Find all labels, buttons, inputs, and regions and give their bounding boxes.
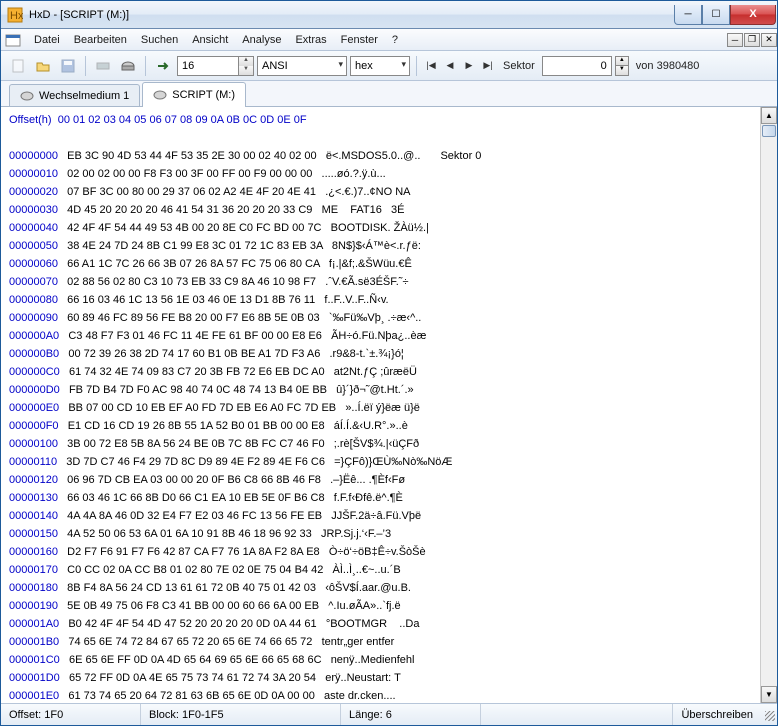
tab-label: Wechselmedium 1 <box>39 90 129 102</box>
menu-fenster[interactable]: Fenster <box>334 32 385 48</box>
close-button[interactable]: X <box>730 5 776 25</box>
menu-extras[interactable]: Extras <box>288 32 333 48</box>
hex-row[interactable]: 000000E0 BB 07 00 CD 10 EB EF A0 FD 7D E… <box>9 399 769 417</box>
first-sector-button[interactable]: |◀ <box>423 58 439 74</box>
hex-header: Offset(h) 00 01 02 03 04 05 06 07 08 09 … <box>9 111 769 129</box>
separator <box>85 56 86 76</box>
hex-row[interactable]: 000000A0 C3 48 F7 F3 01 46 FC 11 4E FE 6… <box>9 327 769 345</box>
menu-bearbeiten[interactable]: Bearbeiten <box>67 32 134 48</box>
menu-ansicht[interactable]: Ansicht <box>185 32 235 48</box>
hex-row[interactable]: 00000020 07 BF 3C 00 80 00 29 37 06 02 A… <box>9 183 769 201</box>
statusbar: Offset: 1F0 Block: 1F0-1F5 Länge: 6 Über… <box>1 703 777 725</box>
hex-row[interactable]: 00000170 C0 CC 02 0A CC B8 01 02 80 7E 0… <box>9 561 769 579</box>
save-button[interactable] <box>57 55 79 77</box>
hex-row[interactable]: 00000090 60 89 46 FC 89 56 FE B8 20 00 F… <box>9 309 769 327</box>
disk-icon <box>20 89 34 103</box>
hex-row[interactable]: 000000F0 E1 CD 16 CD 19 26 8B 55 1A 52 B… <box>9 417 769 435</box>
spin-down[interactable]: ▼ <box>238 66 253 75</box>
menu-?[interactable]: ? <box>385 32 405 48</box>
scroll-down-button[interactable]: ▼ <box>761 686 777 703</box>
hex-row[interactable]: 00000140 4A 4A 8A 46 0D 32 E4 F7 E2 03 4… <box>9 507 769 525</box>
mdi-child-icon <box>5 32 21 48</box>
bytes-per-row-spinner[interactable]: ▲▼ <box>177 56 254 76</box>
svg-text:Hx: Hx <box>10 10 23 22</box>
encoding-select[interactable]: ANSI <box>257 56 347 76</box>
status-length: Länge: 6 <box>341 704 481 725</box>
hex-row[interactable]: 000001B0 74 65 6E 74 72 84 67 65 72 20 6… <box>9 633 769 651</box>
hex-row[interactable]: 00000080 66 16 03 46 1C 13 56 1E 03 46 0… <box>9 291 769 309</box>
hex-row[interactable]: 00000050 38 4E 24 7D 24 8B C1 99 E8 3C 0… <box>9 237 769 255</box>
hex-row[interactable]: 00000100 3B 00 72 E8 5B 8A 56 24 BE 0B 7… <box>9 435 769 453</box>
window-title: HxD - [SCRIPT (M:)] <box>29 9 674 21</box>
hex-row[interactable]: 00000160 D2 F7 F6 91 F7 F6 42 87 CA F7 7… <box>9 543 769 561</box>
menu-analyse[interactable]: Analyse <box>235 32 288 48</box>
sector-marker: Sektor 0 <box>440 150 481 162</box>
hex-row[interactable]: 00000010 02 00 02 00 00 F8 F3 00 3F 00 F… <box>9 165 769 183</box>
hex-row[interactable]: 00000180 8B F4 8A 56 24 CD 13 61 61 72 0… <box>9 579 769 597</box>
disk-icon <box>153 88 167 102</box>
separator <box>145 56 146 76</box>
bytes-per-row-input[interactable] <box>178 57 238 75</box>
status-mode: Überschreiben <box>673 704 761 725</box>
hex-row[interactable]: 00000150 4A 52 50 06 53 6A 01 6A 10 91 8… <box>9 525 769 543</box>
mdi-close-button[interactable]: ✕ <box>761 33 777 47</box>
menubar: DateiBearbeitenSuchenAnsichtAnalyseExtra… <box>1 29 777 51</box>
hex-row[interactable]: 000000B0 00 72 39 26 38 2D 74 17 60 B1 0… <box>9 345 769 363</box>
hex-row[interactable]: 00000120 06 96 7D CB EA 03 00 00 20 0F B… <box>9 471 769 489</box>
mdi-restore-button[interactable]: ❐ <box>744 33 760 47</box>
spin-up[interactable]: ▲ <box>238 57 253 66</box>
open-button[interactable] <box>32 55 54 77</box>
new-button[interactable] <box>7 55 29 77</box>
status-offset: Offset: 1F0 <box>1 704 141 725</box>
hex-row[interactable]: 00000190 5E 0B 49 75 06 F8 C3 41 BB 00 0… <box>9 597 769 615</box>
toolbar: ▲▼ ANSI hex |◀ ◀ ▶ ▶| Sektor ▲▼ von 3980… <box>1 51 777 81</box>
separator <box>416 56 417 76</box>
titlebar[interactable]: Hx HxD - [SCRIPT (M:)] ─ ☐ X <box>1 1 777 29</box>
hex-row[interactable]: 00000040 42 4F 4F 54 44 49 53 4B 00 20 8… <box>9 219 769 237</box>
hex-row[interactable]: 000001C0 6E 65 6E FF 0D 0A 4D 65 64 69 6… <box>9 651 769 669</box>
tab-wechselmedium[interactable]: Wechselmedium 1 <box>9 84 140 106</box>
disk-button[interactable] <box>117 55 139 77</box>
mdi-minimize-button[interactable]: ─ <box>727 33 743 47</box>
hex-row[interactable]: 000001D0 65 72 FF 0D 0A 4E 65 75 73 74 6… <box>9 669 769 687</box>
tab-script[interactable]: SCRIPT (M:) <box>142 82 246 106</box>
hex-row[interactable]: 00000130 66 03 46 1C 66 8B D0 66 C1 EA 1… <box>9 489 769 507</box>
hex-row[interactable]: 00000110 3D 7D C7 46 F4 29 7D 8C D9 89 4… <box>9 453 769 471</box>
hex-row[interactable]: 000001A0 B0 42 4F 4F 54 4D 47 52 20 20 2… <box>9 615 769 633</box>
hex-row[interactable]: 00000070 02 88 56 02 80 C3 10 73 EB 33 C… <box>9 273 769 291</box>
menu-suchen[interactable]: Suchen <box>134 32 185 48</box>
resize-grip[interactable] <box>761 707 777 723</box>
base-select[interactable]: hex <box>350 56 410 76</box>
tab-bar: Wechselmedium 1 SCRIPT (M:) <box>1 81 777 107</box>
app-icon: Hx <box>7 7 23 23</box>
maximize-button[interactable]: ☐ <box>702 5 730 25</box>
scroll-thumb[interactable] <box>762 125 776 137</box>
hex-row[interactable]: 00000000 EB 3C 90 4D 53 44 4F 53 35 2E 3… <box>9 147 769 165</box>
next-sector-button[interactable]: ▶ <box>461 58 477 74</box>
hex-row[interactable]: 000001E0 61 73 74 65 20 64 72 81 63 6B 6… <box>9 687 769 703</box>
ram-button[interactable] <box>92 55 114 77</box>
last-sector-button[interactable]: ▶| <box>480 58 496 74</box>
scroll-up-button[interactable]: ▲ <box>761 107 777 124</box>
vertical-scrollbar[interactable]: ▲ ▼ <box>760 107 777 703</box>
sector-input[interactable] <box>542 56 612 76</box>
hex-row[interactable]: 000000C0 61 74 32 4E 74 09 83 C7 20 3B F… <box>9 363 769 381</box>
prev-sector-button[interactable]: ◀ <box>442 58 458 74</box>
hex-row[interactable]: 000000D0 FB 7D B4 7D F0 AC 98 40 74 0C 4… <box>9 381 769 399</box>
goto-button[interactable] <box>152 55 174 77</box>
tab-label: SCRIPT (M:) <box>172 89 235 101</box>
status-block: Block: 1F0-1F5 <box>141 704 341 725</box>
sector-spin-down[interactable]: ▼ <box>615 66 629 76</box>
sector-label: Sektor <box>503 60 535 72</box>
menu-datei[interactable]: Datei <box>27 32 67 48</box>
minimize-button[interactable]: ─ <box>674 5 702 25</box>
hex-row[interactable]: 00000030 4D 45 20 20 20 20 46 41 54 31 3… <box>9 201 769 219</box>
status-spacer <box>481 704 673 725</box>
hex-view[interactable]: Offset(h) 00 01 02 03 04 05 06 07 08 09 … <box>1 107 777 703</box>
sector-of-label: von 3980480 <box>636 60 700 72</box>
sector-spin-up[interactable]: ▲ <box>615 56 629 66</box>
hex-row[interactable]: 00000060 66 A1 1C 7C 26 66 3B 07 26 8A 5… <box>9 255 769 273</box>
